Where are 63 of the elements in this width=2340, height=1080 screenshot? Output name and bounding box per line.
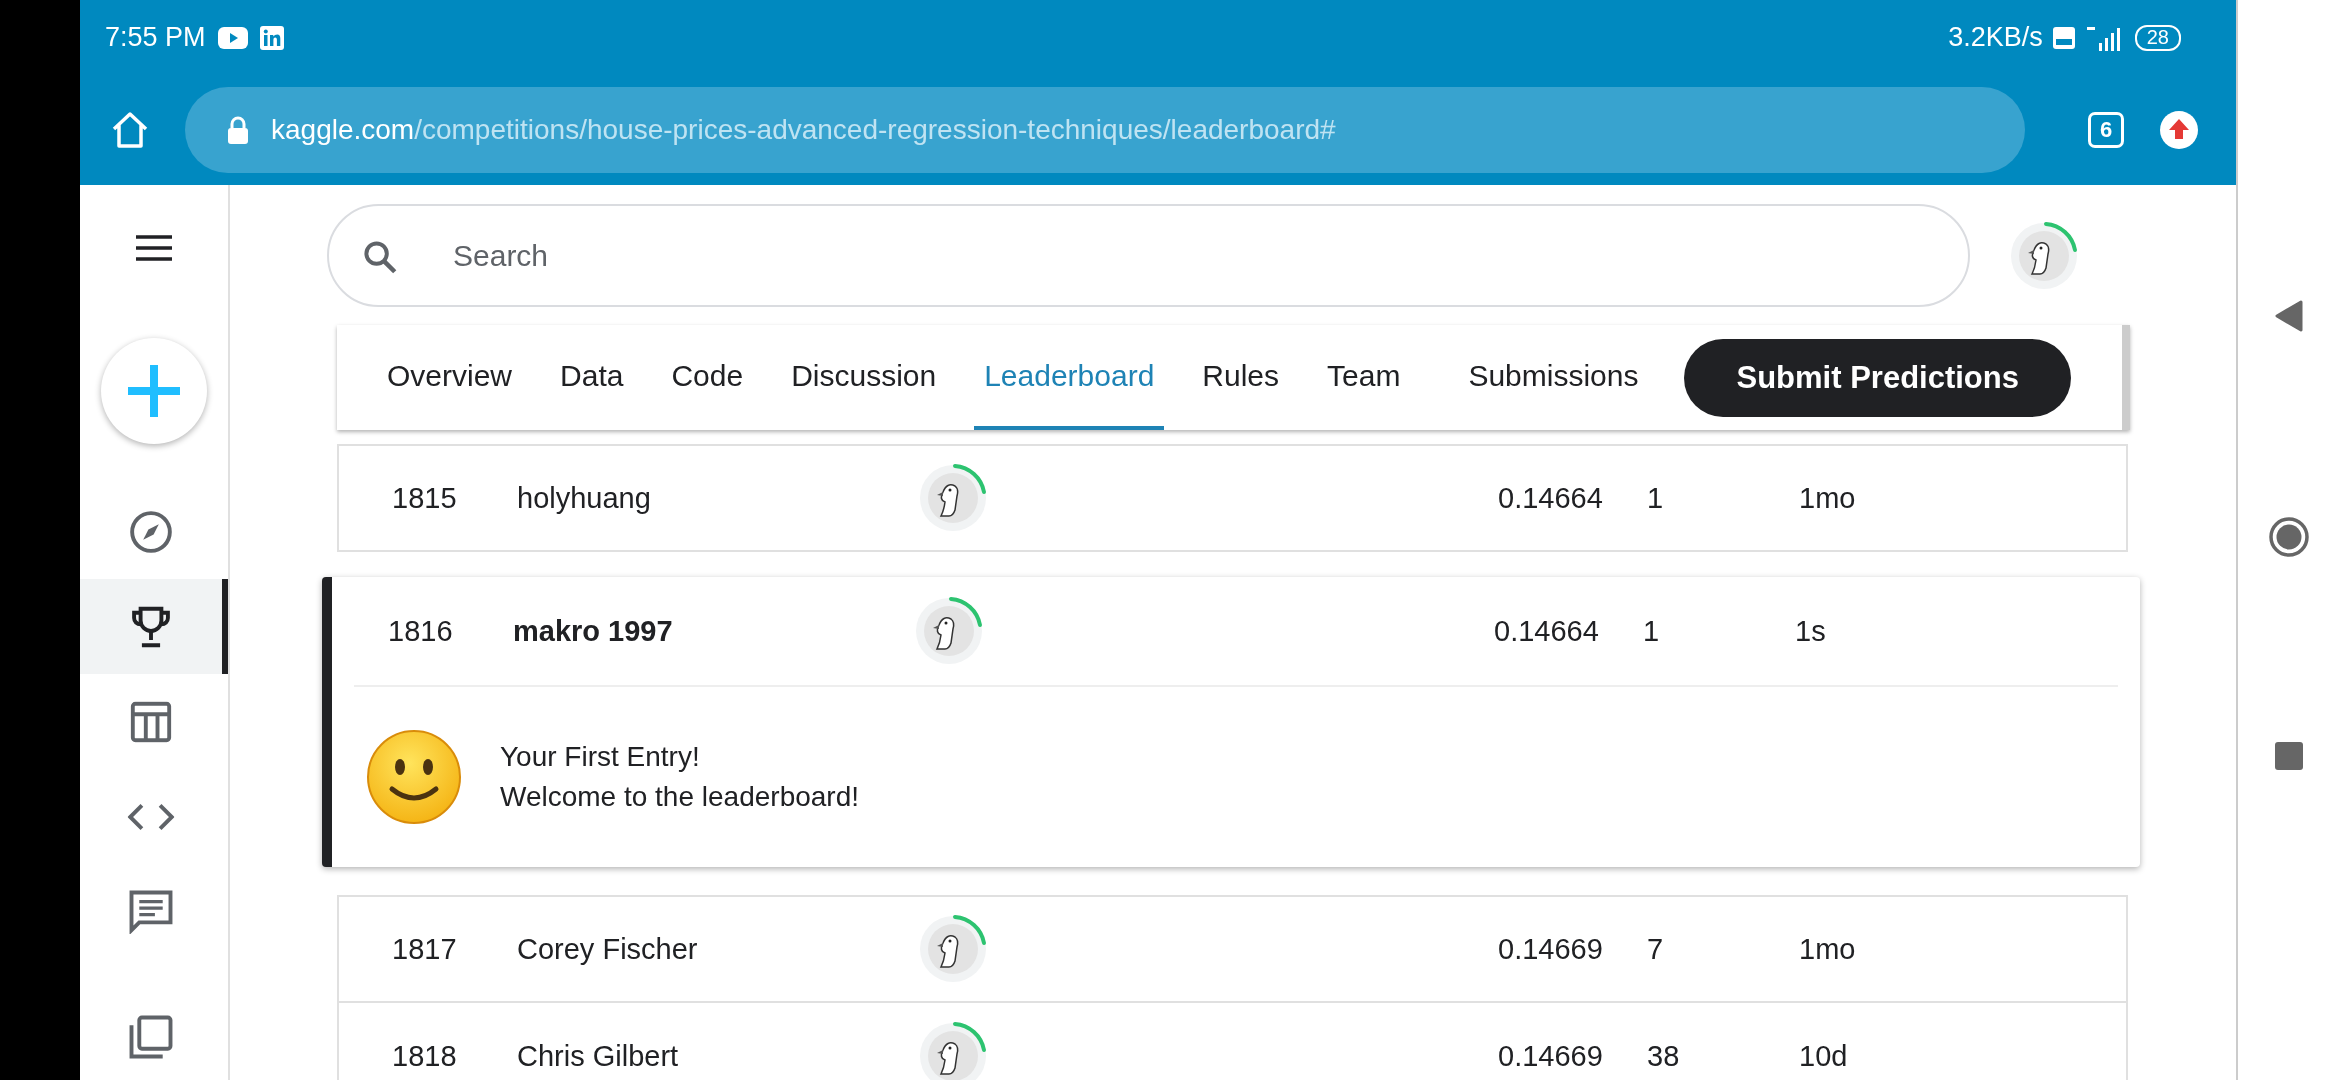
score-cell-text: 0.14664 [1498,481,1604,515]
score-cell-text: 0.14669 [1498,932,1604,966]
compass-icon [128,509,174,554]
team-name[interactable]: Chris Gilbert [517,1039,917,1073]
smiley-icon [366,729,462,825]
rank-cell-text: 1817 [392,932,458,966]
back-icon[interactable] [2274,300,2304,332]
search-field[interactable]: Search [327,204,1970,307]
leaderboard-row[interactable]: 1818 Chris Gilbert 0.14669 38 10d [337,1003,2128,1080]
tab[interactable]: Data [550,325,634,430]
entries-cell-text: 1 [1643,614,1661,648]
network-speed: 3.2KB/s [1948,22,2043,53]
comment-icon [128,889,174,934]
tab[interactable]: Leaderboard [974,325,1165,430]
last-submission-cell-text: 1mo [1799,932,1857,966]
score-cell-text: 0.14664 [1494,614,1600,648]
last-submission-cell-text: 1mo [1799,481,1857,515]
upload-icon[interactable] [2159,110,2199,150]
tab-count[interactable]: 6 [2088,112,2124,148]
battery-level: 28 [2134,24,2181,51]
tab[interactable]: Discussion [781,325,947,430]
table-icon [130,700,172,743]
tab[interactable]: Code [661,325,754,430]
submit-predictions-button[interactable]: Submit Predictions [1684,338,2071,417]
sidebar-item[interactable] [80,579,228,674]
search-icon [363,240,397,274]
rank-cell-text: 1815 [392,481,458,515]
goose-avatar-icon [913,595,985,667]
menu-icon[interactable] [134,234,174,261]
last-submission-cell-text: 1s [1795,614,1827,648]
team-name[interactable]: makro 1997 [513,614,913,648]
score-cell-text: 0.14669 [1498,1039,1604,1073]
entries-cell-text: 1 [1647,481,1665,515]
leaderboard-row[interactable]: 1817 Corey Fischer 0.14669 7 1mo [337,895,2128,1003]
goose-avatar-icon [917,913,989,985]
tab[interactable]: Team [1317,325,1411,430]
rank-cell-text: 1818 [392,1039,458,1073]
clock-time: 7:55 PM [105,22,206,53]
url-text: kaggle.com/competitions/house-prices-advanced-regression-techniques/leaderboard# [271,114,1336,146]
leaderboard-row[interactable]: 1815 holyhuang 0.14664 1 1mo [337,444,2128,552]
tab[interactable]: Overview [377,325,523,430]
entries-cell-text: 7 [1647,932,1665,966]
entries-cell-text: 38 [1647,1039,1681,1073]
volte-icon [2052,26,2075,49]
goose-avatar-icon [917,1020,989,1080]
message-title: Your First Entry! [500,741,701,773]
last-submission-cell-text: 10d [1799,1039,1849,1073]
message-text: Welcome to the leaderboard! [500,781,860,813]
rank-cell-text: 1816 [388,614,454,648]
tab[interactable]: Submissions [1458,325,1649,430]
goose-avatar-icon [917,462,989,534]
lock-icon [227,116,249,144]
goose-avatar-icon [2008,219,2080,292]
tab[interactable]: Rules [1192,325,1290,430]
trophy-icon [130,604,172,649]
code-icon [127,802,175,831]
team-name[interactable]: holyhuang [517,481,917,515]
in-app-icon [259,25,284,50]
home-icon[interactable] [110,111,150,149]
team-name[interactable]: Corey Fischer [517,932,917,966]
home-icon[interactable] [2269,517,2309,557]
plus-icon [126,363,182,419]
video-app-icon [217,26,248,49]
